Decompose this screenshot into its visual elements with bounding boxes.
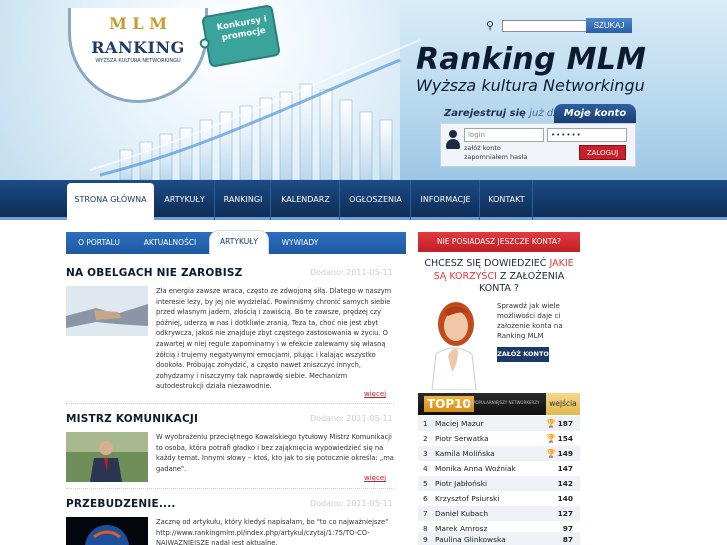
tab-news[interactable]: AKTUALNOŚCI [134,232,206,254]
logo-subtitle: WYŻSZA KULTURA NETWORKINGU [95,58,181,64]
list-item[interactable]: 7 Daniel Kubach 127 [418,506,580,522]
rank-value: 142 [557,479,573,488]
account-tab[interactable]: Moje konto [554,104,636,123]
rank-name: Monika Anna Woźniak [435,464,516,473]
tab-about[interactable]: O PORTALU [66,232,132,254]
rank-name: Daniel Kubach [435,509,489,518]
article-title[interactable]: PRZEBUDZENIE.... [66,498,176,510]
create-account-link[interactable]: załóż konto [464,144,501,152]
login-button[interactable]: ZALOGUJ [579,145,626,160]
password-input[interactable]: •••••• [547,128,627,142]
create-account-button[interactable]: ZAŁÓŻ KONTO [497,347,549,362]
list-item[interactable]: 4 Monika Anna Woźniak 147 [418,461,580,477]
rank-name: Piotr Jabłoński [435,479,488,488]
brand-title: Ranking MLM [416,42,647,77]
article-excerpt: Zacznę od artykułu, który kiedyś napisał… [156,518,389,545]
woman-illustration [418,294,490,391]
nav-contact[interactable]: KONTAKT [481,180,533,220]
forgot-password-link[interactable]: zapomniałem hasła [464,153,527,161]
no-account-banner: NIE POSIADASZ JESZCZE KONTA? [418,232,580,252]
article-excerpt: Zła energia zawsze wraca, często ze zdwo… [156,287,392,391]
tab-articles[interactable]: ARTYKUŁY [209,230,269,254]
rank-number: 7 [423,509,428,518]
content-tabs: O PORTALU AKTUALNOŚCI ARTYKUŁY WYWIADY [66,230,406,254]
handshake-image [66,286,148,336]
rank-value: 87 [562,535,573,544]
rank-name: Krzysztof Psiurski [435,494,500,503]
article-title[interactable]: MISTRZ KOMUNIKACJI [66,413,198,425]
top10-subtitle: NAJPOPULARNIEJSZY NETWORKERZY [466,400,540,405]
login-input[interactable]: login [464,128,544,142]
register-text[interactable]: Zarejestruj się już dziś [444,108,566,119]
nav-ads[interactable]: OGŁOSZENIA [341,180,411,220]
list-item[interactable]: 6 Krzysztof Psiurski 140 [418,491,580,507]
article-thumbnail[interactable] [66,517,148,545]
rank-name: Maciej Mazur [435,419,484,428]
logo-ranking: RANKING [91,38,185,57]
speaker-image [66,432,148,482]
rank-value: 127 [557,509,573,518]
list-item[interactable]: 2 Piotr Serwatka 🏆 154 [418,431,580,447]
rank-number: 9 [423,535,428,544]
read-more-link[interactable]: więcej [364,390,386,398]
rank-value: 147 [557,464,573,473]
rank-number: 2 [423,434,428,443]
search-button[interactable]: SZUKAJ [586,18,632,33]
question-part-1: CHCESZ SIĘ DOWIEDZIEĆ [424,258,547,269]
brand-subtitle: Wyższa kultura Networkingu [416,76,645,95]
benefits-question: CHCESZ SIĘ DOWIEDZIEĆ JAKIE SĄ KORZYŚCI … [418,258,580,296]
article-date: Dodano: 2011-05-11 [310,499,393,508]
rank-number: 4 [423,464,428,473]
article-thumbnail[interactable] [66,432,148,482]
list-item[interactable]: 1 Maciej Mazur 🏆 187 [418,416,580,432]
trophy-gold-icon: 🏆 [546,419,556,428]
tag-hole-icon [198,37,211,50]
list-item[interactable]: 3 Kamila Molińska 🏆 149 [418,446,580,462]
article-date: Dodano: 2011-05-11 [310,268,393,277]
nav-info[interactable]: INFORMACJE [412,180,480,220]
nav-home[interactable]: STRONA GŁÓWNA [67,183,154,223]
tab-interviews[interactable]: WYWIADY [271,232,329,254]
article-thumbnail[interactable] [66,286,148,336]
check-benefits-text: Sprawdź jak wiele możliwości daje ci zał… [497,302,563,340]
search-icon: ⚲ [486,19,495,32]
article-divider [66,488,394,489]
logo-mlm: M L M [109,14,167,33]
rank-value: 154 [557,434,573,443]
rank-name: Paulina Glinkowska [435,535,506,544]
rank-value: 187 [557,419,573,428]
rank-number: 1 [423,419,428,428]
list-item[interactable]: 9 Paulina Glinkowska 87 [418,532,580,545]
promo-tag-label: Konkursy i promocje [216,14,268,44]
nav-rankings[interactable]: RANKINGI [216,180,271,220]
rank-value: 149 [557,449,573,458]
trophy-dark-icon: 🏆 [546,434,556,443]
read-more-link[interactable]: więcej [364,474,386,482]
rank-number: 6 [423,494,428,503]
header-banner: M L M RANKING WYŻSZA KULTURA NETWORKINGU… [0,0,727,180]
article-divider [66,403,394,404]
rank-number: 5 [423,479,428,488]
nav-calendar[interactable]: KALENDARZ [272,180,340,220]
article-title[interactable]: NA OBELGACH NIE ZAROBISZ [66,267,242,279]
nav-articles[interactable]: ARTYKUŁY [155,180,215,220]
visits-header: wejścia [546,393,580,415]
article-date: Dodano: 2011-05-11 [310,414,393,423]
trophy-bronze-icon: 🏆 [546,449,556,458]
earth-image [66,517,148,545]
search-box: ⚲ SZUKAJ [486,18,646,34]
main-nav: STRONA GŁÓWNA ARTYKUŁY RANKINGI KALENDAR… [0,180,727,223]
rank-name: Kamila Molińska [435,449,495,458]
rank-name: Piotr Serwatka [435,434,489,443]
rank-number: 3 [423,449,428,458]
article-excerpt: W wyobrażeniu przeciętnego Kowalskiego t… [156,433,394,473]
register-prefix: Zarejestruj się [444,108,526,119]
list-item[interactable]: 5 Piotr Jabłoński 142 [418,476,580,492]
rank-value: 140 [557,494,573,503]
user-icon [446,130,460,150]
